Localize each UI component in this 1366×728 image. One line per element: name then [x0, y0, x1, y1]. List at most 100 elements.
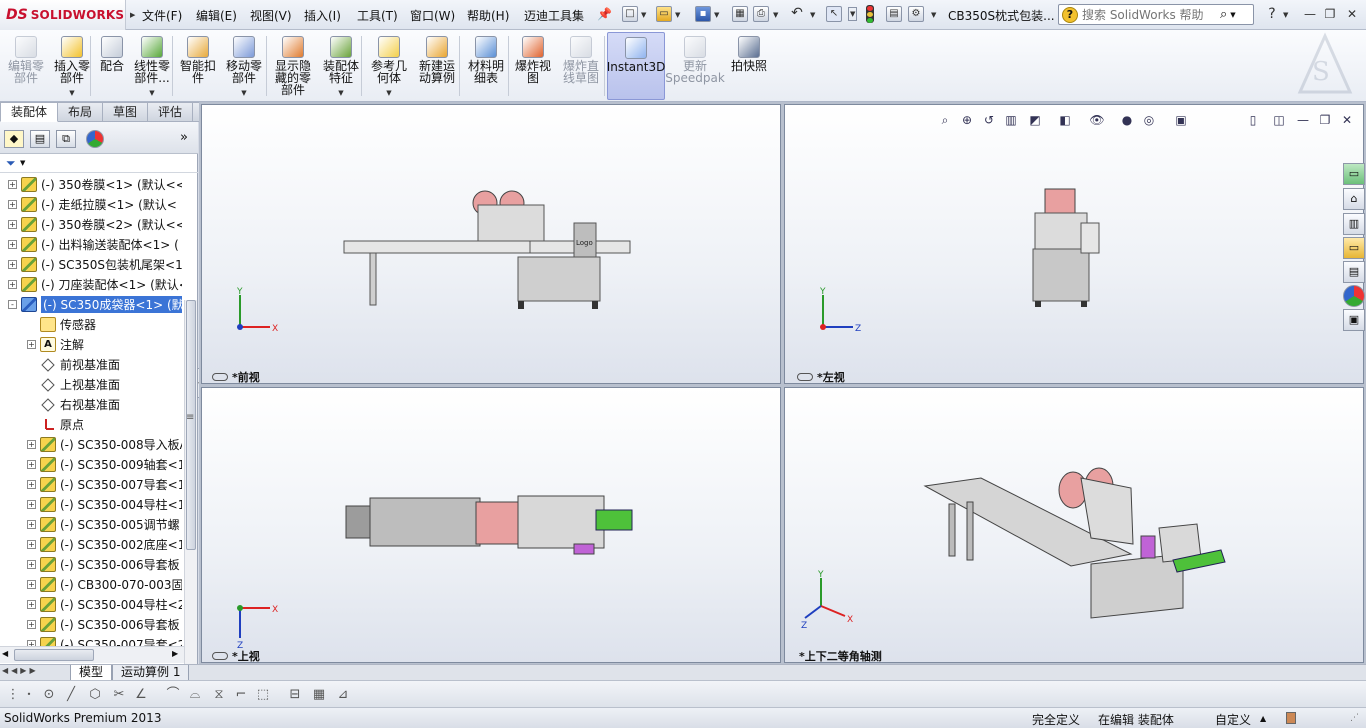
ribbon-button-motion-study[interactable]: 新建运 动算例	[415, 32, 459, 100]
ribbon-button-mate[interactable]: 配合	[97, 32, 127, 100]
logo-dropdown-icon[interactable]: ▶	[130, 11, 135, 19]
taskpane-home-icon[interactable]: ⌂	[1343, 188, 1365, 210]
undo-icon[interactable]: ↶	[789, 6, 805, 22]
ribbon-button-smart-fastener[interactable]: 智能扣 件	[178, 32, 218, 100]
expand-icon[interactable]: +	[8, 199, 17, 209]
chevron-down-icon[interactable]: ▼	[241, 89, 246, 97]
scroll-right-icon[interactable]: ▶	[172, 649, 178, 658]
search-dropdown-icon[interactable]: ▼	[1230, 11, 1235, 19]
traffic-light-icon[interactable]	[866, 5, 874, 23]
collapse-icon[interactable]: -	[8, 299, 17, 309]
arc-icon[interactable]: ⌒	[164, 686, 182, 704]
expand-icon[interactable]: +	[8, 219, 17, 229]
pin-icon[interactable]: 📌	[597, 7, 612, 21]
minimize-icon[interactable]: —	[1300, 6, 1320, 23]
ribbon-button-linear-pattern[interactable]: 线性零 部件... ▼	[131, 32, 173, 100]
corner-rectangle-icon[interactable]: ⌐	[232, 686, 250, 704]
filter-funnel-icon[interactable]: ⏷	[6, 156, 16, 171]
ribbon-button-reference-geometry[interactable]: 参考几 何体 ▼	[367, 32, 411, 100]
restore-icon[interactable]: ❐	[1320, 6, 1340, 23]
viewport-isometric[interactable]: Y X Z *上下二等角轴测	[784, 387, 1364, 663]
print-dropdown-icon[interactable]: ▼	[773, 11, 778, 19]
tree-row[interactable]: + (-) 出料输送装配体<1> (	[0, 234, 182, 254]
command-tab-0[interactable]: 装配体	[0, 102, 59, 122]
tree-row[interactable]: 右视基准面	[0, 394, 182, 414]
viewport-split-icon[interactable]: ◫	[1271, 112, 1287, 128]
search-input[interactable]	[1082, 7, 1218, 22]
tree-row[interactable]: + (-) SC350-004导柱<2	[0, 594, 182, 614]
taskpane-view-palette-icon[interactable]: ▤	[1343, 261, 1365, 283]
property-manager-icon[interactable]: ▤	[30, 130, 50, 148]
command-tab-2[interactable]: 草图	[103, 102, 149, 122]
trim-icon[interactable]: ✂	[110, 686, 128, 704]
close-icon[interactable]: ✕	[1342, 6, 1362, 23]
menu-item-5[interactable]: 窗口(W)	[410, 7, 455, 23]
expand-icon[interactable]: +	[27, 459, 36, 469]
ribbon-button-show-hidden[interactable]: 显示隐 藏的零 部件	[271, 32, 315, 100]
expand-icon[interactable]: +	[27, 499, 36, 509]
expand-panel-icon[interactable]: »	[180, 130, 188, 145]
tree-row[interactable]: + (-) 刀座装配体<1> (默认<	[0, 274, 182, 294]
expand-icon[interactable]: +	[27, 479, 36, 489]
ribbon-button-move-component[interactable]: 移动零 部件 ▼	[223, 32, 265, 100]
tangent-arc-icon[interactable]: ⌓	[186, 686, 204, 704]
polygon-icon[interactable]: ⬡	[86, 686, 104, 704]
ribbon-button-speedpak[interactable]: 更新 Speedpak	[665, 32, 725, 100]
viewport-close-icon[interactable]: ✕	[1339, 112, 1355, 128]
taskpane-design-library-icon[interactable]: ▥	[1343, 213, 1365, 235]
chevron-down-icon[interactable]: ▼	[69, 89, 74, 97]
previous-view-icon[interactable]: ↺	[981, 112, 997, 128]
units-custom[interactable]: 自定义	[1215, 711, 1251, 728]
menu-item-0[interactable]: 文件(F)	[142, 7, 182, 23]
tree-row[interactable]: + (-) SC350-007导套<1	[0, 474, 182, 494]
chevron-down-icon[interactable]: ▼	[338, 89, 343, 97]
filter-dropdown-icon[interactable]: ▼	[20, 159, 25, 167]
taskpane-resources-icon[interactable]: ▭	[1343, 163, 1365, 185]
tree-row[interactable]: 前视基准面	[0, 354, 182, 374]
tree-row[interactable]: + (-) SC350-006导套板	[0, 554, 182, 574]
save-dropdown-icon[interactable]: ▼	[714, 11, 719, 19]
link-views-icon[interactable]	[797, 373, 813, 381]
options-dropdown-icon[interactable]: ▼	[931, 11, 936, 19]
select-dropdown-icon[interactable]: ▼	[848, 7, 858, 21]
construction-icon[interactable]: ⬚	[254, 686, 272, 704]
help-icon[interactable]: ?	[1262, 6, 1282, 23]
menu-item-7[interactable]: 迈迪工具集	[524, 7, 584, 23]
tree-row[interactable]: 上视基准面	[0, 374, 182, 394]
tree-row[interactable]: - (-) SC350成袋器<1> (默认	[0, 294, 182, 314]
tree-vertical-scrollbar[interactable]	[184, 300, 197, 664]
search-icon[interactable]: ⌕	[1220, 7, 1227, 22]
viewport-label-isometric[interactable]: *上下二等角轴测	[799, 648, 882, 662]
grid-icon[interactable]: ▦	[310, 686, 328, 704]
ribbon-button-snapshot[interactable]: 拍快照	[727, 32, 771, 100]
ribbon-button-exploded-view[interactable]: 爆炸视 图	[512, 32, 554, 100]
viewport-minimize-icon[interactable]: —	[1295, 112, 1311, 128]
menu-item-2[interactable]: 视图(V)	[250, 7, 292, 23]
tree-row[interactable]: + (-) SC350S包装机尾架<1>	[0, 254, 182, 274]
bottom-tab-1[interactable]: 运动算例 1	[112, 665, 190, 681]
expand-icon[interactable]: +	[27, 599, 36, 609]
ribbon-button-bom[interactable]: 材料明 细表	[465, 32, 507, 100]
expand-icon[interactable]: +	[8, 259, 17, 269]
tree-row[interactable]: + (-) SC350-004导柱<1	[0, 494, 182, 514]
new-dropdown-icon[interactable]: ▼	[641, 11, 646, 19]
zoom-area-icon[interactable]: ⊕	[959, 112, 975, 128]
menu-item-1[interactable]: 编辑(E)	[196, 7, 237, 23]
tree-row[interactable]: + (-) SC350-009轴套<1	[0, 454, 182, 474]
link-views-icon[interactable]	[212, 652, 228, 660]
viewport-label-left[interactable]: *左视	[797, 369, 845, 383]
ribbon-button-assembly-feature[interactable]: 装配体 特征 ▼	[319, 32, 363, 100]
help-search-box[interactable]: ? ⌕ ▼	[1058, 4, 1254, 25]
command-tab-1[interactable]: 布局	[58, 102, 104, 122]
menu-item-4[interactable]: 工具(T)	[357, 7, 398, 23]
tab-scroll-arrows-icon[interactable]: ◀◀▶▶	[2, 666, 39, 675]
taskpane-custom-properties-icon[interactable]: ▣	[1343, 309, 1365, 331]
viewport-top[interactable]: X Z *上视	[201, 387, 781, 663]
graphics-area[interactable]: Logo Y X *前视 ⌕ ⊕ ↺ ▥ ◩ ◧ 👁 ● ◎ ▣ ▯ ◫ — ❐…	[199, 102, 1366, 664]
viewport-single-icon[interactable]: ▯	[1245, 112, 1261, 128]
ribbon-button-explode-line[interactable]: 爆炸直 线草图	[559, 32, 603, 100]
tree-row[interactable]: + A 注解	[0, 334, 182, 354]
expand-icon[interactable]: +	[8, 279, 17, 289]
view-settings-icon[interactable]: ▣	[1173, 112, 1189, 128]
undo-dropdown-icon[interactable]: ▼	[810, 11, 815, 19]
